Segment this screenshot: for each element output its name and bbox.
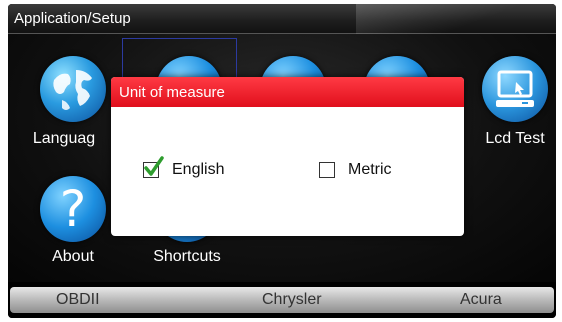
device-frame: Application/Setup Languag Lcd Test ? Abo…	[8, 4, 556, 318]
metric-label: Metric	[348, 161, 392, 178]
check-icon	[144, 156, 164, 176]
tab-chrysler[interactable]: Chrysler	[262, 291, 322, 309]
unit-of-measure-dialog: Unit of measure English Metric	[111, 77, 464, 236]
vehicle-tabs: OBDII Chrysler Acura	[10, 287, 554, 313]
title-bar-shine	[356, 4, 556, 34]
english-label: English	[172, 161, 225, 178]
metric-checkbox[interactable]	[319, 162, 335, 178]
globe-icon	[40, 56, 106, 122]
tab-obdii[interactable]: OBDII	[56, 291, 100, 309]
app-lcd-test-label: Lcd Test	[485, 130, 545, 147]
page-title: Application/Setup	[14, 10, 131, 27]
english-checkbox[interactable]	[143, 156, 164, 178]
option-metric[interactable]: Metric	[319, 161, 392, 179]
app-screen: Application/Setup Languag Lcd Test ? Abo…	[8, 4, 556, 282]
monitor-icon	[482, 56, 548, 122]
bottom-bar: OBDII Chrysler Acura	[8, 284, 556, 318]
question-icon: ?	[40, 176, 106, 242]
option-english[interactable]: English	[143, 156, 225, 179]
app-shortcuts-label: Shortcuts	[153, 248, 221, 265]
app-about-label: About	[52, 248, 94, 265]
app-lcd-test[interactable]: Lcd Test	[460, 56, 556, 148]
dialog-title: Unit of measure	[111, 77, 464, 107]
tab-acura[interactable]: Acura	[460, 291, 502, 309]
app-language-label: Languag	[32, 130, 96, 147]
title-bar: Application/Setup	[8, 4, 556, 34]
